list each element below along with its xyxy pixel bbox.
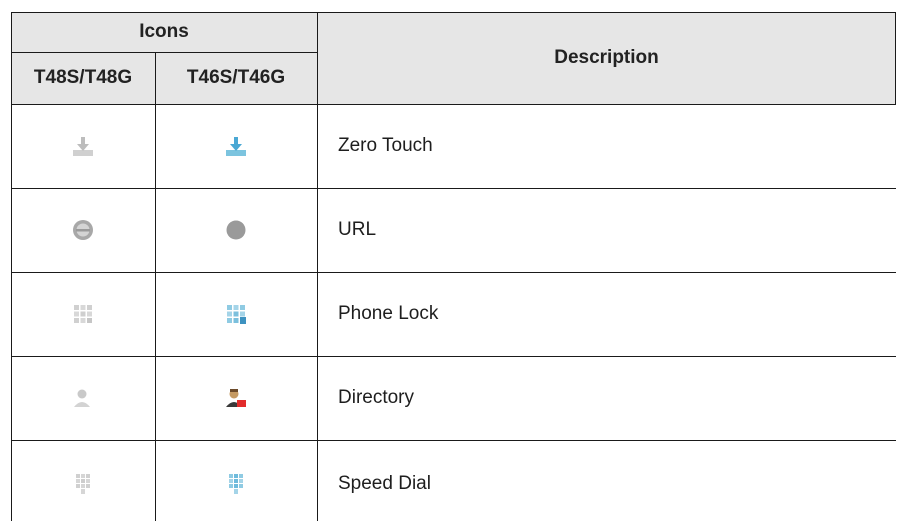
row-4-t48-cell — [11, 356, 155, 440]
table-border-left — [11, 12, 12, 521]
icon-description-table: Icons T48S/T48G T46S/T46G Description Ze… — [11, 12, 896, 521]
header-t46: T46S/T46G — [155, 52, 317, 104]
row-5-t46-cell — [155, 440, 317, 521]
header-description: Description — [317, 12, 896, 104]
zero-touch-icon — [226, 137, 246, 156]
table-border-right — [895, 12, 896, 104]
row-3-t46-cell — [155, 272, 317, 356]
row-2-t48-cell — [11, 188, 155, 272]
row-5-t48-cell — [11, 440, 155, 521]
header-t48-label: T48S/T48G — [33, 67, 133, 88]
url-icon — [226, 220, 246, 240]
row-5-description: Speed Dial — [317, 440, 896, 521]
row-1-t46-cell — [155, 104, 317, 188]
directory-icon — [74, 389, 90, 407]
row-2-t46-cell — [155, 188, 317, 272]
phone-lock-icon — [74, 305, 92, 323]
header-divider-icons — [11, 52, 317, 53]
table-border-top — [11, 12, 896, 13]
header-icons-label: Icons — [139, 21, 189, 42]
row-divider — [11, 356, 896, 357]
header-icons: Icons — [11, 12, 317, 52]
row-4-description-text: Directory — [338, 387, 415, 408]
row-2-description: URL — [317, 188, 896, 272]
header-divider — [11, 104, 896, 105]
row-1-description-text: Zero Touch — [338, 135, 433, 156]
header-description-label: Description — [554, 47, 659, 68]
row-2-description-text: URL — [338, 219, 377, 240]
row-1-t48-cell — [11, 104, 155, 188]
phone-lock-icon — [227, 305, 246, 324]
row-divider — [11, 188, 896, 189]
directory-icon — [226, 389, 246, 407]
column-divider-t48-t46 — [155, 52, 156, 521]
zero-touch-icon — [73, 137, 93, 156]
column-divider-icons-description — [317, 12, 318, 521]
row-3-description: Phone Lock — [317, 272, 896, 356]
speed-dial-icon — [229, 473, 243, 494]
row-4-t46-cell — [155, 356, 317, 440]
row-divider — [11, 440, 896, 441]
url-icon — [73, 220, 93, 240]
row-divider — [11, 272, 896, 273]
row-3-description-text: Phone Lock — [338, 303, 439, 324]
header-t46-label: T46S/T46G — [186, 67, 286, 88]
speed-dial-icon — [76, 473, 90, 494]
row-1-description: Zero Touch — [317, 104, 896, 188]
header-t48: T48S/T48G — [11, 52, 155, 104]
row-3-t48-cell — [11, 272, 155, 356]
row-4-description: Directory — [317, 356, 896, 440]
row-5-description-text: Speed Dial — [338, 472, 431, 494]
